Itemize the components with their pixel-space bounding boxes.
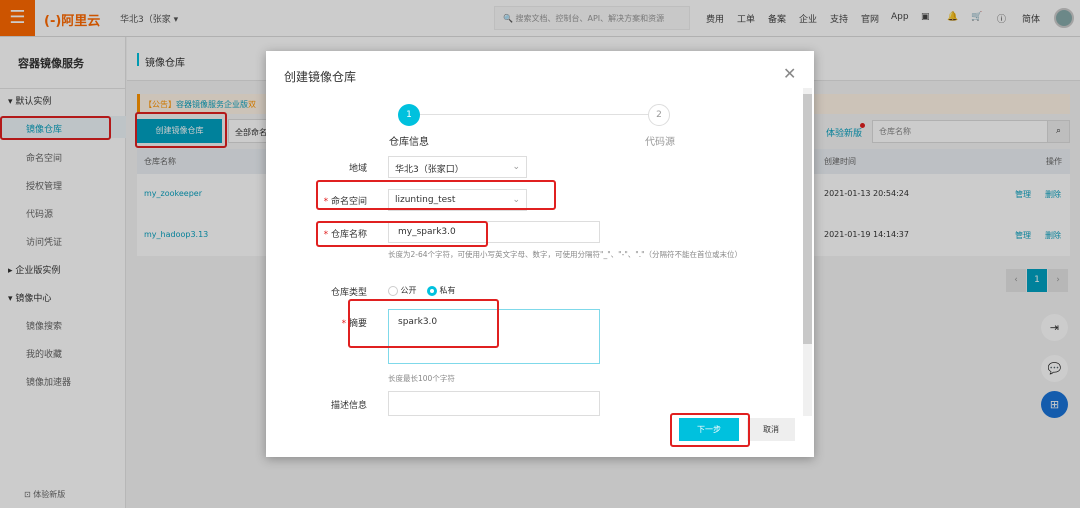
step-1-label: 仓库信息 xyxy=(389,137,429,148)
cancel-button[interactable]: 取消 xyxy=(747,418,795,441)
step-2-circle: 2 xyxy=(648,104,670,126)
region-label: 地域 xyxy=(348,164,367,174)
highlight-box xyxy=(316,221,488,247)
chevron-down-icon: ⌄ xyxy=(512,162,520,172)
radio-private[interactable]: 私有 xyxy=(427,285,456,296)
radio-label: 公开 xyxy=(400,286,417,295)
required-mark: * xyxy=(341,319,347,329)
description-label: 描述信息 xyxy=(330,401,367,411)
region-value: 华北3（张家口） xyxy=(395,165,464,175)
close-icon[interactable]: ✕ xyxy=(783,64,796,83)
step-2-label: 代码源 xyxy=(645,137,675,148)
step-1-circle: 1 xyxy=(398,104,420,126)
dialog-title: 创建镜像仓库 xyxy=(284,70,357,84)
highlight-box xyxy=(316,180,556,210)
highlight-box xyxy=(348,299,499,348)
region-select[interactable]: 华北3（张家口） ⌄ xyxy=(388,156,527,178)
repo-type-label: 仓库类型 xyxy=(330,288,367,298)
dialog-scrollbar[interactable] xyxy=(803,88,812,416)
summary-hint: 长度最长100个字符 xyxy=(388,374,455,383)
repo-name-hint: 长度为2-64个字符，可使用小写英文字母、数字，可使用分隔符"_"、"-"、".… xyxy=(388,250,743,259)
radio-label: 私有 xyxy=(439,286,456,295)
step-line xyxy=(410,114,650,115)
description-textarea[interactable] xyxy=(388,391,600,416)
highlight-box xyxy=(670,413,750,447)
radio-public[interactable]: 公开 xyxy=(388,285,417,296)
